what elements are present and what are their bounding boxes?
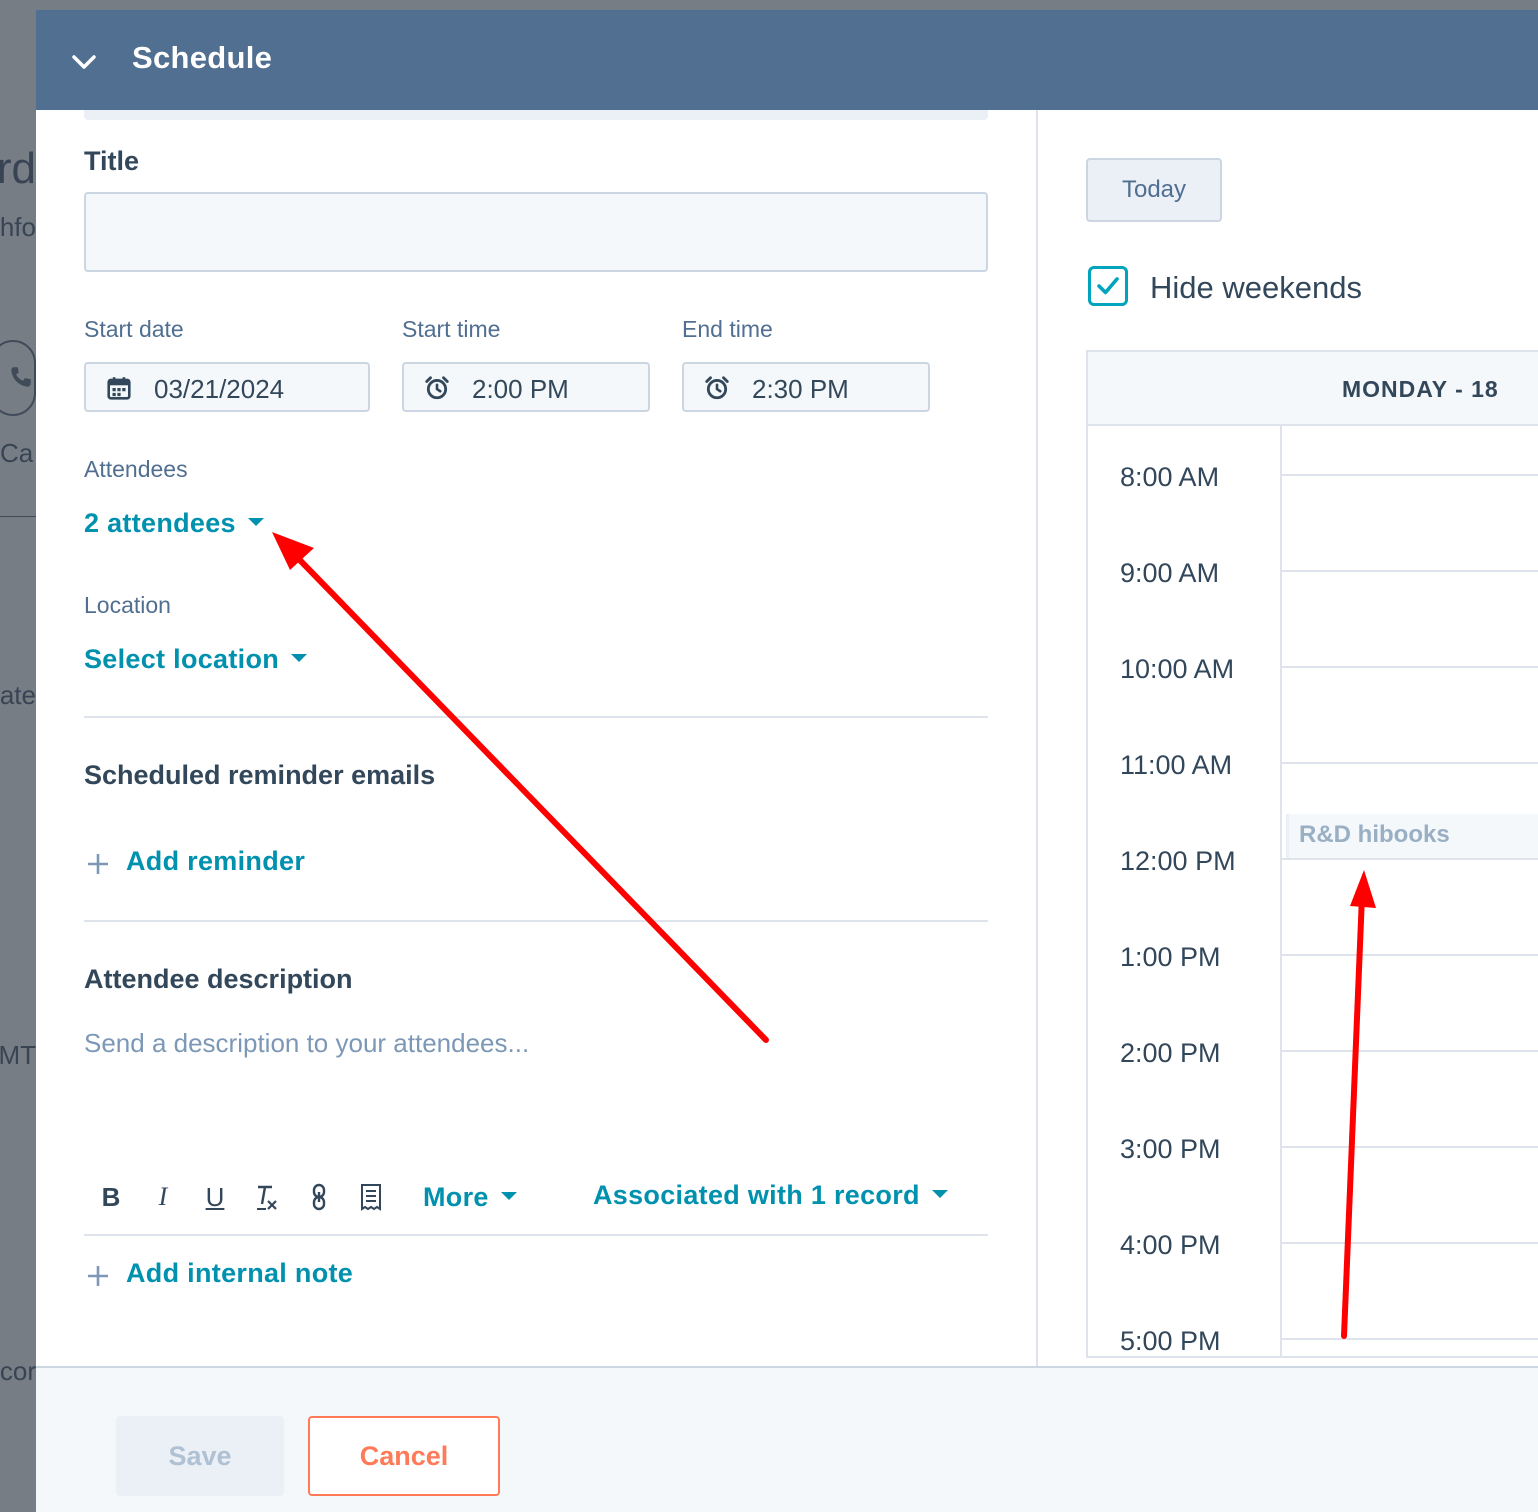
start-time-value: 2:00 PM: [472, 374, 569, 404]
attendees-dropdown[interactable]: 2 attendees: [84, 508, 264, 539]
caret-down-icon: [500, 1191, 517, 1200]
title-label: Title: [84, 146, 140, 176]
hour-label: 1:00 PM: [1120, 942, 1221, 972]
associated-records-label: Associated with 1 record: [593, 1180, 920, 1210]
location-label: Location: [84, 592, 171, 618]
more-dropdown-label: More: [423, 1182, 489, 1212]
panel-divider: [1036, 110, 1038, 1366]
hour-label: 5:00 PM: [1120, 1326, 1221, 1356]
modal-title: Schedule: [132, 40, 273, 75]
underline-button[interactable]: U: [200, 1182, 230, 1218]
hour-label: 3:00 PM: [1120, 1134, 1221, 1164]
title-input[interactable]: [84, 192, 988, 272]
hour-gridline: [1282, 858, 1538, 860]
hour-gridline: [1282, 954, 1538, 956]
hour-label: 12:00 PM: [1120, 846, 1236, 876]
description-editor[interactable]: Send a description to your attendees...: [84, 1022, 988, 1152]
time-column-divider: [1280, 426, 1282, 1356]
add-reminder-label: Add reminder: [126, 846, 306, 876]
hide-weekends-label[interactable]: Hide weekends: [1150, 270, 1362, 306]
attendees-dropdown-label: 2 attendees: [84, 508, 236, 538]
end-time-label: End time: [682, 316, 773, 342]
cancel-button[interactable]: Cancel: [308, 1416, 500, 1496]
italic-button[interactable]: I: [148, 1182, 178, 1218]
modal-footer: Save Cancel: [36, 1366, 1538, 1512]
event-title: R&D hibooks: [1299, 821, 1450, 848]
hour-gridline: [1282, 1338, 1538, 1340]
day-header-label: MONDAY - 18: [1342, 376, 1499, 402]
checkmark-icon: [1097, 277, 1119, 295]
associated-records-dropdown[interactable]: Associated with 1 record: [593, 1180, 948, 1211]
insert-snippet-button[interactable]: [356, 1182, 386, 1218]
hour-label: 4:00 PM: [1120, 1230, 1221, 1260]
calendar-event[interactable]: R&D hibooks: [1286, 814, 1538, 858]
document-icon: [361, 1184, 381, 1211]
scroll-edge: [84, 110, 988, 120]
chevron-down-icon[interactable]: [70, 48, 98, 76]
schedule-form: Title Start date Start time End time 03/…: [36, 110, 1036, 1366]
hour-gridline: [1282, 474, 1538, 476]
schedule-modal: Schedule Title Start date Start time End…: [36, 10, 1538, 1512]
hour-gridline: [1282, 1050, 1538, 1052]
save-button[interactable]: Save: [116, 1416, 284, 1496]
reminders-heading: Scheduled reminder emails: [84, 760, 436, 790]
start-date-field[interactable]: 03/21/2024: [84, 362, 370, 412]
hour-label: 2:00 PM: [1120, 1038, 1221, 1068]
caret-down-icon: [931, 1189, 948, 1198]
hour-label: 9:00 AM: [1120, 558, 1220, 588]
hour-gridline: [1282, 570, 1538, 572]
day-calendar: MONDAY - 18 8:00 AM 9:00 AM 10:00 AM 11:00 …: [1086, 350, 1538, 1358]
calendar-icon: [107, 377, 131, 400]
caret-down-icon: [291, 653, 308, 662]
add-internal-note-button[interactable]: Add internal note: [84, 1258, 404, 1298]
insert-link-button[interactable]: [304, 1182, 334, 1218]
hour-gridline: [1282, 666, 1538, 668]
end-time-value: 2:30 PM: [752, 374, 849, 404]
start-time-field[interactable]: 2:00 PM: [402, 362, 650, 412]
hide-weekends-checkbox[interactable]: [1088, 266, 1128, 306]
start-time-label: Start time: [402, 316, 501, 342]
plus-icon: [88, 854, 108, 874]
start-date-value: 03/21/2024: [154, 374, 285, 404]
add-internal-note-label: Add internal note: [126, 1258, 354, 1288]
hour-label: 11:00 AM: [1120, 750, 1233, 780]
calendar-day-header: MONDAY - 18: [1088, 352, 1538, 426]
description-placeholder: Send a description to your attendees...: [84, 1028, 530, 1058]
location-dropdown[interactable]: Select location: [84, 644, 308, 675]
hour-gridline: [1282, 762, 1538, 764]
alarm-clock-icon: [705, 376, 729, 400]
hour-label: 8:00 AM: [1120, 462, 1220, 492]
section-divider: [84, 920, 988, 922]
toolbar-divider: [84, 1234, 988, 1236]
plus-icon: [88, 1266, 108, 1286]
attendees-label: Attendees: [84, 456, 188, 482]
more-dropdown[interactable]: More: [423, 1182, 517, 1213]
description-heading: Attendee description: [84, 964, 353, 994]
hour-gridline: [1282, 1146, 1538, 1148]
hour-label: 10:00 AM: [1120, 654, 1235, 684]
alarm-clock-icon: [425, 376, 449, 400]
link-icon: [312, 1183, 326, 1211]
modal-header: Schedule: [36, 10, 1538, 110]
end-time-field[interactable]: 2:30 PM: [682, 362, 930, 412]
clear-format-icon: [257, 1185, 277, 1210]
hour-gridline: [1282, 1242, 1538, 1244]
clear-format-button[interactable]: [252, 1182, 282, 1218]
section-divider: [84, 716, 988, 718]
add-reminder-button[interactable]: Add reminder: [84, 846, 344, 886]
caret-down-icon: [247, 517, 264, 526]
today-button[interactable]: Today: [1086, 158, 1222, 222]
bold-button[interactable]: B: [96, 1182, 126, 1218]
start-date-label: Start date: [84, 316, 184, 342]
location-dropdown-label: Select location: [84, 644, 280, 674]
